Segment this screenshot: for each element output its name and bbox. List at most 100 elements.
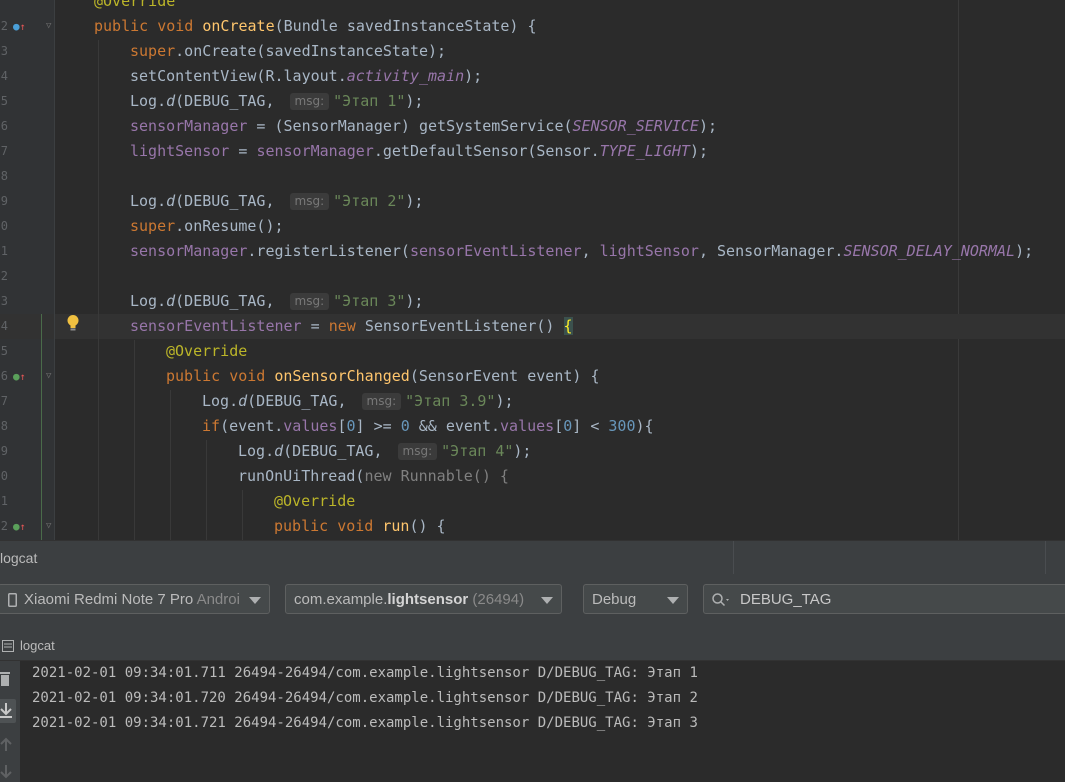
- code-text: =: [229, 142, 257, 160]
- annotation: @Override: [166, 342, 248, 360]
- device-os: Androi: [196, 591, 240, 608]
- header-divider: [1045, 541, 1046, 575]
- override-up-icon[interactable]: ●↑: [13, 14, 26, 39]
- gutter-separator: [54, 0, 55, 540]
- string-literal: "Этап 3": [333, 292, 406, 310]
- field: values: [500, 417, 555, 435]
- line-number: 2: [0, 269, 8, 283]
- code-line: public void onSensorChanged(SensorEvent …: [58, 364, 600, 389]
- field: sensorManager: [130, 117, 248, 135]
- code-text: );: [698, 117, 718, 135]
- line-number: 5: [0, 344, 8, 358]
- code-line: @Override: [58, 489, 355, 514]
- scroll-to-end-button[interactable]: [0, 699, 16, 723]
- code-text: (DEBUG_TAG,: [175, 192, 284, 210]
- keyword: new: [364, 467, 401, 485]
- code-text: (DEBUG_TAG,: [175, 92, 284, 110]
- code-line: sensorManager.registerListener(sensorEve…: [58, 239, 1033, 264]
- change-marker: [41, 314, 42, 540]
- code-text: Runnable() {: [400, 467, 509, 485]
- code-text: );: [405, 192, 424, 210]
- field: values: [283, 417, 338, 435]
- parameter-hint: msg:: [361, 393, 402, 410]
- static-field: SENSOR_DELAY_NORMAL: [843, 242, 1016, 260]
- code-text: );: [405, 292, 424, 310]
- chevron-down-icon: [541, 597, 553, 604]
- field: sensorManager: [130, 242, 248, 260]
- code-text: Log.: [202, 392, 239, 410]
- code-text: = (SensorManager) getSystemService(: [247, 117, 573, 135]
- keyword: public void: [274, 517, 383, 535]
- fold-icon[interactable]: ▽: [46, 14, 54, 39]
- device-name: Xiaomi Redmi Note 7 Pro: [24, 591, 197, 608]
- code-editor[interactable]: 2 3 4 5 6 7 8 9 0 1 2 3 4 5 6 7 8 9 0 1 …: [0, 0, 1065, 540]
- line-number: 8: [0, 169, 8, 183]
- number-literal: 0: [346, 417, 356, 435]
- string-literal: "Этап 4": [441, 442, 514, 460]
- method-name: onSensorChanged: [274, 367, 410, 385]
- keyword: super: [130, 42, 176, 60]
- method-call: d: [166, 292, 176, 310]
- device-selector[interactable]: Xiaomi Redmi Note 7 Pro Androi: [0, 584, 270, 614]
- keyword: public void: [166, 367, 275, 385]
- process-package-name: lightsensor: [387, 591, 469, 608]
- code-text: , SensorManager.: [698, 242, 844, 260]
- method-call: d: [274, 442, 284, 460]
- line-number: 5: [0, 94, 8, 108]
- line-number: 2: [0, 519, 8, 533]
- process-pid: (26494): [468, 591, 525, 608]
- code-text: () {: [409, 517, 446, 535]
- fold-icon[interactable]: ▽: [46, 364, 54, 389]
- chevron-down-icon: [249, 597, 261, 604]
- number-literal: 0: [563, 417, 573, 435]
- line-number: 8: [0, 419, 8, 433]
- code-text: (DEBUG_TAG,: [247, 392, 356, 410]
- code-text: Log.: [130, 92, 167, 110]
- trash-icon[interactable]: [0, 671, 12, 687]
- right-margin-guide: [958, 0, 959, 540]
- code-text: (DEBUG_TAG,: [283, 442, 392, 460]
- code-text: Log.: [238, 442, 275, 460]
- line-number: 4: [0, 319, 8, 333]
- process-selector[interactable]: com.example.lightsensor (26494): [285, 584, 562, 614]
- log-level-selector[interactable]: Debug: [583, 584, 688, 614]
- keyword: new: [328, 317, 365, 335]
- code-line: Log.d(DEBUG_TAG, msg: "Этап 3");: [58, 289, 423, 314]
- number-literal: 300: [608, 417, 636, 435]
- code-line: Log.d(DEBUG_TAG, msg: "Этап 3.9");: [58, 389, 514, 414]
- method-call: d: [166, 192, 176, 210]
- implement-up-icon[interactable]: ●↑: [13, 364, 26, 389]
- matched-brace: {: [563, 317, 573, 335]
- string-literal: "Этап 2": [333, 192, 406, 210]
- implement-up-icon[interactable]: ●↑: [13, 514, 26, 539]
- line-number: 2: [0, 19, 8, 33]
- chevron-down-icon: [667, 597, 679, 604]
- search-query: DEBUG_TAG: [740, 591, 832, 608]
- line-number: 1: [0, 244, 8, 258]
- keyword: if: [202, 417, 221, 435]
- code-text: .registerListener(: [247, 242, 410, 260]
- code-line: public void run() {: [58, 514, 446, 539]
- code-text: ,: [581, 242, 600, 260]
- code-text: .getDefaultSensor(Sensor.: [373, 142, 600, 160]
- code-text: );: [405, 92, 424, 110]
- fold-icon[interactable]: ▽: [46, 514, 54, 539]
- logcat-subheader-label: logcat: [20, 638, 55, 653]
- logcat-search-field[interactable]: DEBUG_TAG: [703, 584, 1065, 614]
- code-line: @Override: [58, 0, 175, 14]
- code-text: (SensorEvent event) {: [409, 367, 600, 385]
- annotation: @Override: [274, 492, 356, 510]
- line-number: 9: [0, 194, 8, 208]
- parameter-hint: msg:: [289, 193, 330, 210]
- down-arrow-icon[interactable]: [0, 765, 12, 779]
- logcat-output[interactable]: 2021-02-01 09:34:01.711 26494-26494/com.…: [20, 661, 1065, 782]
- code-line: super.onResume();: [58, 214, 284, 239]
- up-arrow-icon[interactable]: [0, 737, 12, 751]
- code-text: [: [337, 417, 347, 435]
- field: sensorManager: [256, 142, 374, 160]
- current-line-gutter-highlight: [0, 314, 54, 339]
- parameter-hint: msg:: [289, 93, 330, 110]
- line-number: 9: [0, 444, 8, 458]
- number-literal: 0: [400, 417, 410, 435]
- log-level-value: Debug: [592, 591, 637, 608]
